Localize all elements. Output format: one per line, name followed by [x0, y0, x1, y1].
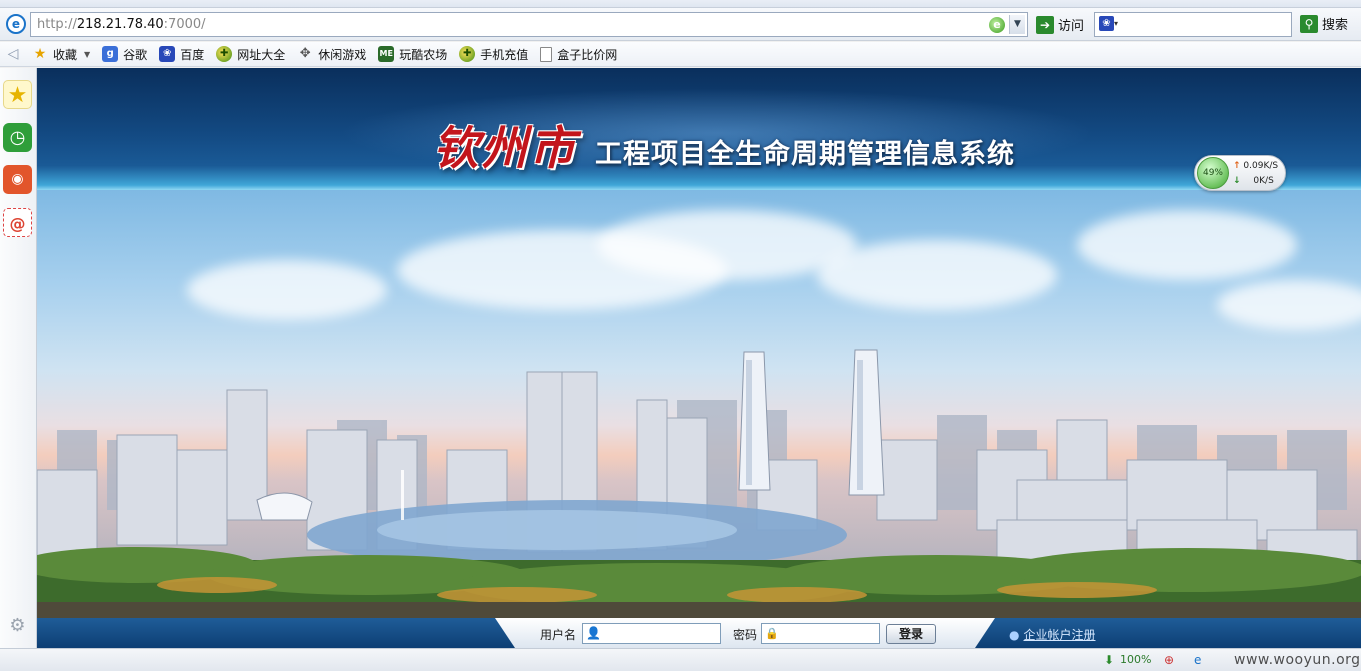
ie-icon[interactable]: e	[1194, 653, 1201, 667]
user-icon: 👤	[586, 626, 601, 640]
address-dropdown-icon[interactable]: ▼	[1009, 15, 1025, 34]
zoom-level[interactable]: 100%	[1120, 653, 1151, 666]
site-nav-icon: ✚	[216, 46, 233, 62]
page-header: 钦州市 工程项目全生命周期管理信息系统	[37, 68, 1361, 190]
city-name: 钦州市	[433, 121, 577, 175]
fav-item-farm[interactable]: ME 玩酷农场	[372, 46, 453, 63]
bullet-icon: ●	[1009, 628, 1020, 642]
web-page: 钦州市 工程项目全生命周期管理信息系统 用户名 👤 密码 🔒 登录 ● 企业帐户…	[37, 68, 1361, 648]
network-speed-widget[interactable]: 49% ↑ 0.09K/S ↓ 0K/S	[1194, 155, 1286, 191]
me-icon: ME	[378, 46, 395, 62]
arrow-right-icon: ➔	[1036, 15, 1054, 34]
baidu-paw-icon: ❀	[159, 46, 176, 62]
chevron-down-icon[interactable]: ▼	[84, 50, 90, 59]
fav-item-collect[interactable]: ★ 收藏 ▼	[26, 46, 96, 63]
download-speed: ↓ 0K/S	[1233, 176, 1274, 186]
browser-sidebar: ★ ◷ ◉ @ ⚙	[0, 68, 37, 648]
history-clock-icon[interactable]: ◷	[3, 123, 32, 152]
gear-icon[interactable]: ⚙	[3, 611, 32, 640]
favorites-bar: ◁ ★ 收藏 ▼ g 谷歌 ❀ 百度 ✚ 网址大全 ✥ 休闲游戏 ME 玩酷农场…	[0, 42, 1361, 67]
star-icon: ★	[33, 46, 47, 62]
address-url[interactable]: http://218.21.78.40:7000/	[37, 17, 206, 32]
system-title: 工程项目全生命周期管理信息系统	[595, 139, 1015, 170]
gamepad-icon: ✥	[299, 46, 311, 61]
status-bar: ⬇ 100% ⊕ e www.wooyun.org	[0, 648, 1361, 671]
go-label: 访问	[1058, 19, 1085, 34]
page-icon	[540, 46, 553, 62]
search-input[interactable]: ❀ ▾	[1094, 12, 1292, 37]
search-label: 搜索	[1322, 18, 1349, 33]
search-icon: ⚲	[1300, 14, 1318, 33]
weibo-icon[interactable]: ◉	[3, 165, 32, 194]
username-label: 用户名	[540, 628, 577, 642]
register-link[interactable]: ● 企业帐户注册	[1009, 626, 1096, 643]
download-arrow-icon[interactable]: ⬇	[1104, 653, 1114, 667]
login-button[interactable]: 登录	[886, 624, 936, 644]
username-input[interactable]: 👤	[582, 623, 721, 644]
upload-speed: ↑ 0.09K/S	[1233, 161, 1279, 171]
window-top-strip	[0, 0, 1361, 8]
fav-item-baidu[interactable]: ❀ 百度	[153, 46, 210, 63]
login-bar: 用户名 👤 密码 🔒 登录 ● 企业帐户注册	[37, 618, 1361, 648]
go-button[interactable]: ➔ 访问	[1036, 14, 1084, 35]
password-label: 密码	[733, 628, 758, 642]
google-icon: g	[102, 46, 119, 62]
browser-logo-icon: e	[6, 14, 26, 34]
address-toolbar: e http://218.21.78.40:7000/ e ▼ ➔ 访问 ❀ ▾ …	[0, 8, 1361, 41]
memory-percent: 49%	[1197, 157, 1229, 189]
arrow-down-icon: ↓	[1233, 176, 1241, 186]
fav-item-google[interactable]: g 谷歌	[96, 46, 153, 63]
search-button[interactable]: ⚲ 搜索	[1300, 14, 1348, 33]
lock-icon: 🔒	[765, 627, 779, 640]
plus-circle-icon[interactable]: ⊕	[1164, 653, 1174, 667]
arrow-up-icon: ↑	[1233, 161, 1241, 171]
fav-item-price-compare[interactable]: 盒子比价网	[534, 46, 623, 63]
compat-mode-icon[interactable]: e	[989, 17, 1005, 33]
address-bar[interactable]: http://218.21.78.40:7000/ e ▼	[30, 12, 1028, 37]
city-skyline-image	[37, 190, 1361, 618]
sidebar-toggle-icon[interactable]: ◁	[0, 46, 26, 62]
fav-item-games[interactable]: ✥ 休闲游戏	[291, 46, 372, 63]
fav-item-recharge[interactable]: ✚ 手机充值	[453, 46, 534, 63]
search-engine-selector[interactable]: ❀ ▾	[1099, 16, 1123, 33]
baidu-paw-icon: ❀	[1099, 16, 1114, 31]
recharge-icon: ✚	[459, 46, 476, 62]
favorites-star-icon[interactable]: ★	[3, 80, 32, 109]
email-at-icon[interactable]: @	[3, 208, 32, 237]
watermark: www.wooyun.org	[1234, 652, 1361, 668]
fav-item-site-nav[interactable]: ✚ 网址大全	[210, 46, 291, 63]
password-input[interactable]: 🔒	[761, 623, 880, 644]
skyline-drawing	[37, 349, 1361, 618]
